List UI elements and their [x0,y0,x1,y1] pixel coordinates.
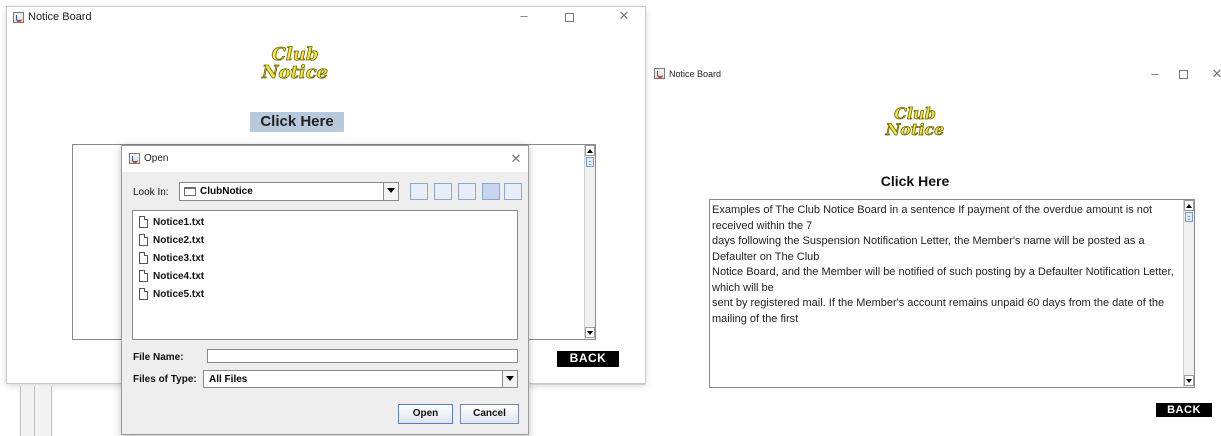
maximize-icon[interactable] [565,13,574,22]
logo-line-notice: Notice [885,120,945,139]
background-window-fragment [20,386,52,436]
list-view-icon[interactable] [482,183,500,200]
files-of-type-label: Files of Type: [133,374,197,385]
dialog-titlebar [122,146,528,172]
file-icon [139,270,148,282]
file-icon [139,216,148,228]
scroll-up-arrow-icon[interactable] [585,145,595,156]
scroll-down-arrow-icon[interactable] [1184,375,1194,386]
file-icon [139,288,148,300]
file-name-input[interactable] [207,349,518,363]
dialog-close-icon[interactable]: ✕ [509,151,523,167]
java-app-icon [129,153,140,164]
chevron-down-icon[interactable] [502,371,517,387]
list-item[interactable]: Notice4.txt [139,269,204,283]
dialog-title: Open [144,153,169,164]
close-icon[interactable]: ✕ [617,8,631,24]
list-item[interactable]: Notice3.txt [139,251,204,265]
files-of-type-combo[interactable]: All Files [203,370,518,388]
look-in-value: ClubNotice [200,186,253,197]
list-item[interactable]: Notice5.txt [139,287,204,301]
look-in-combo[interactable]: ClubNotice [179,182,399,201]
file-list[interactable]: Notice1.txt Notice2.txt Notice3.txt Noti… [132,210,518,340]
list-item[interactable]: Notice2.txt [139,233,204,247]
right-window-title: Notice Board [669,68,722,79]
logo-line-notice: Notice [261,62,329,83]
minimize-icon[interactable]: – [1148,66,1162,81]
dialog-title-wrap: Open [129,153,168,164]
left-textarea-scrollbar[interactable] [584,145,595,339]
file-name: Notice4.txt [153,270,205,282]
look-in-label: Look In: [133,187,169,198]
file-name: Notice1.txt [153,216,205,228]
back-button[interactable]: BACK [557,351,619,367]
open-file-dialog: Open ✕ Look In: ClubNotice Notice1.txt N… [121,145,529,435]
details-view-icon[interactable] [504,183,522,200]
club-notice-logo: Club Notice [240,45,350,83]
background-divider [530,384,645,385]
file-name: Notice5.txt [153,288,205,300]
file-icon [139,234,148,246]
home-icon[interactable] [434,183,452,200]
right-notice-textarea[interactable]: Examples of The Club Notice Board in a s… [709,199,1195,388]
left-window-titlebar: Notice Board [13,11,92,23]
notice-text-content: Examples of The Club Notice Board in a s… [712,204,1174,325]
maximize-icon[interactable] [1179,70,1188,79]
click-here-button[interactable]: Click Here [250,112,344,132]
scroll-up-arrow-icon[interactable] [1184,200,1194,211]
files-of-type-value: All Files [209,373,248,385]
right-window-titlebar: Notice Board [654,68,721,79]
java-app-icon [13,11,24,23]
back-button[interactable]: BACK [1156,403,1212,417]
close-icon[interactable]: ✕ [1210,66,1221,82]
file-name: Notice3.txt [153,252,205,264]
minimize-icon[interactable]: – [517,8,531,23]
new-folder-icon[interactable] [458,183,476,200]
scroll-thumb[interactable] [1185,212,1193,222]
open-button[interactable]: Open [398,404,453,424]
file-name: Notice2.txt [153,234,205,246]
list-item[interactable]: Notice1.txt [139,215,204,229]
right-textarea-scrollbar[interactable] [1183,200,1194,387]
background-window-fragment-inner [34,386,35,436]
cancel-button[interactable]: Cancel [460,404,519,424]
left-window-title: Notice Board [28,11,92,23]
java-app-icon [654,68,665,79]
file-icon [139,252,148,264]
up-one-level-icon[interactable] [410,183,428,200]
club-notice-logo: Club Notice [865,105,965,139]
folder-icon [184,187,196,196]
file-name-label: File Name: [133,352,184,363]
scroll-down-arrow-icon[interactable] [585,327,595,338]
click-here-button[interactable]: Click Here [860,171,970,191]
scroll-thumb[interactable] [586,157,594,167]
chevron-down-icon[interactable] [383,183,398,200]
